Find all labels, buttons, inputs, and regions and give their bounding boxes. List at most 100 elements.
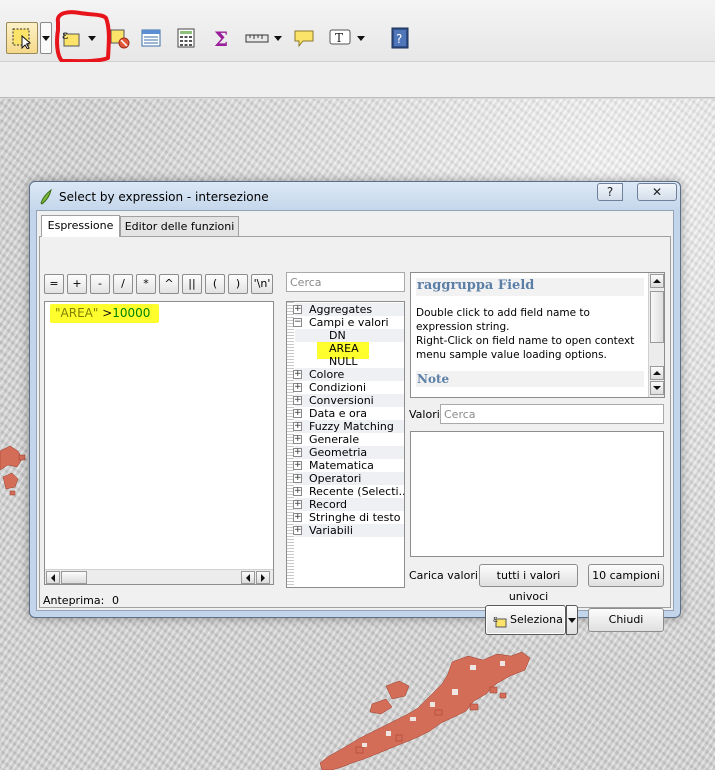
- help-icon[interactable]: ?: [388, 22, 412, 54]
- scroll-thumb[interactable]: [61, 571, 87, 584]
- dialog-content: Espressione Editor delle funzioni = + - …: [36, 210, 674, 635]
- tree-item-generale[interactable]: Generale: [309, 433, 359, 446]
- expand-icon[interactable]: +: [293, 526, 302, 535]
- measure-icon[interactable]: [243, 22, 271, 54]
- scroll-left-button[interactable]: [46, 571, 60, 584]
- tree-item-recente[interactable]: Recente (Selecti...: [309, 485, 404, 498]
- tree-item-data-e-ora[interactable]: Data e ora: [309, 407, 367, 420]
- operator-minus-button[interactable]: -: [90, 274, 110, 294]
- scroll-down-button[interactable]: [650, 381, 664, 395]
- dialog-title: Select by expression - intersezione: [59, 190, 269, 204]
- expand-icon[interactable]: +: [293, 448, 302, 457]
- select-button-label: Seleziona: [510, 613, 563, 626]
- svg-text:T: T: [335, 31, 343, 45]
- expand-icon[interactable]: +: [293, 370, 302, 379]
- scroll-right-button[interactable]: [256, 571, 270, 584]
- dialog-titlebar[interactable]: Select by expression - intersezione ? ✕: [30, 182, 680, 210]
- tree-item-conversioni[interactable]: Conversioni: [309, 394, 374, 407]
- svg-text:Σ: Σ: [214, 27, 228, 49]
- help-vertical-scrollbar[interactable]: [648, 273, 664, 397]
- values-list[interactable]: [410, 431, 664, 557]
- scroll-up-button[interactable]: [650, 366, 664, 380]
- tree-item-area[interactable]: AREA: [329, 342, 359, 355]
- tree-item-null[interactable]: NULL: [329, 355, 358, 368]
- ten-samples-button[interactable]: 10 campioni: [588, 564, 664, 587]
- scroll-left-button[interactable]: [241, 571, 255, 584]
- help-heading: raggruppa Field: [416, 278, 644, 296]
- text-annotation-icon[interactable]: T: [326, 22, 354, 54]
- collapse-icon[interactable]: −: [293, 318, 302, 327]
- toolbar: ε Σ T ?: [0, 0, 715, 64]
- expand-icon[interactable]: +: [293, 396, 302, 405]
- operator-equals-button[interactable]: =: [44, 274, 64, 294]
- load-values-label: Carica valori: [409, 569, 478, 582]
- operator-open-paren-button[interactable]: (: [205, 274, 225, 294]
- tree-row-bg: [295, 329, 404, 342]
- expression-horizontal-scrollbar[interactable]: [45, 569, 273, 584]
- qgis-app-icon: [40, 189, 52, 205]
- tree-item-variabili[interactable]: Variabili: [309, 524, 353, 537]
- operator-power-button[interactable]: ^: [159, 274, 179, 294]
- expand-icon[interactable]: +: [293, 383, 302, 392]
- tree-item-condizioni[interactable]: Condizioni: [309, 381, 366, 394]
- tree-stripe: [287, 302, 294, 587]
- expand-icon[interactable]: +: [293, 461, 302, 470]
- expression-editor[interactable]: "AREA" >10000: [44, 301, 274, 585]
- tree-item-colore[interactable]: Colore: [309, 368, 344, 381]
- expression-field-token: "AREA": [55, 306, 99, 320]
- tree-item-operatori[interactable]: Operatori: [309, 472, 361, 485]
- operator-newline-button[interactable]: '\n': [251, 274, 273, 294]
- close-button[interactable]: Chiudi: [588, 608, 664, 632]
- tab-editor-delle-funzioni[interactable]: Editor delle funzioni: [120, 216, 239, 237]
- text-annotation-dropdown[interactable]: [355, 22, 367, 54]
- statistics-icon[interactable]: Σ: [209, 22, 235, 54]
- tree-item-stringhe-di-testo[interactable]: Stringhe di testo: [309, 511, 400, 524]
- scroll-thumb[interactable]: [650, 291, 664, 343]
- operator-plus-button[interactable]: +: [67, 274, 87, 294]
- expression-tab-panel: = + - / * ^ || ( ) '\n' "AREA" >10000 An…: [39, 236, 671, 635]
- tree-item-campi-e-valori[interactable]: Campi e valori: [309, 316, 389, 329]
- help-body: Double click to add field name to expres…: [416, 307, 635, 361]
- red-annotation-marker: [55, 10, 111, 64]
- tree-item-matematica[interactable]: Matematica: [309, 459, 374, 472]
- expand-icon[interactable]: +: [293, 409, 302, 418]
- dialog-help-button[interactable]: ?: [597, 183, 623, 201]
- tree-item-geometria[interactable]: Geometria: [309, 446, 367, 459]
- select-features-icon[interactable]: [6, 22, 38, 54]
- measure-dropdown[interactable]: [272, 22, 284, 54]
- tree-item-aggregates[interactable]: Aggregates: [309, 303, 372, 316]
- operator-multiply-button[interactable]: *: [136, 274, 156, 294]
- expression-text: "AREA" >10000: [55, 306, 150, 320]
- tree-item-fuzzy-matching[interactable]: Fuzzy Matching: [309, 420, 394, 433]
- expand-icon[interactable]: +: [293, 305, 302, 314]
- scroll-up-button[interactable]: [650, 274, 664, 288]
- operator-close-paren-button[interactable]: ): [228, 274, 248, 294]
- tab-espressione[interactable]: Espressione: [41, 215, 120, 237]
- select-dropdown-button[interactable]: [566, 605, 578, 635]
- select-button[interactable]: ε Seleziona: [485, 605, 566, 635]
- help-pane: raggruppa Field Double click to add fiel…: [410, 272, 665, 398]
- function-search-input[interactable]: Cerca: [286, 272, 405, 292]
- tree-item-record[interactable]: Record: [309, 498, 347, 511]
- expand-icon[interactable]: +: [293, 422, 302, 431]
- dialog-close-button[interactable]: ✕: [637, 183, 677, 201]
- field-calculator-icon[interactable]: [173, 22, 199, 54]
- expand-icon[interactable]: +: [293, 435, 302, 444]
- expression-operator-token: >: [98, 306, 113, 320]
- function-tree[interactable]: + Aggregates − Campi e valori DN AREA NU…: [286, 301, 405, 588]
- svg-text:ε: ε: [493, 615, 498, 625]
- expand-icon[interactable]: +: [293, 500, 302, 509]
- map-tips-icon[interactable]: [291, 22, 317, 54]
- expression-value-token: 10000: [112, 306, 151, 320]
- select-by-expression-icon: ε: [493, 615, 507, 628]
- operator-concat-button[interactable]: ||: [182, 274, 202, 294]
- values-search-input[interactable]: Cerca: [440, 404, 664, 424]
- attribute-table-icon[interactable]: [138, 22, 164, 54]
- operator-divide-button[interactable]: /: [113, 274, 133, 294]
- expand-icon[interactable]: +: [293, 513, 302, 522]
- all-unique-values-button[interactable]: tutti i valori univoci: [479, 564, 578, 603]
- help-note-heading: Note: [416, 371, 644, 387]
- expand-icon[interactable]: +: [293, 474, 302, 483]
- tree-item-dn[interactable]: DN: [329, 329, 346, 342]
- expand-icon[interactable]: +: [293, 487, 302, 496]
